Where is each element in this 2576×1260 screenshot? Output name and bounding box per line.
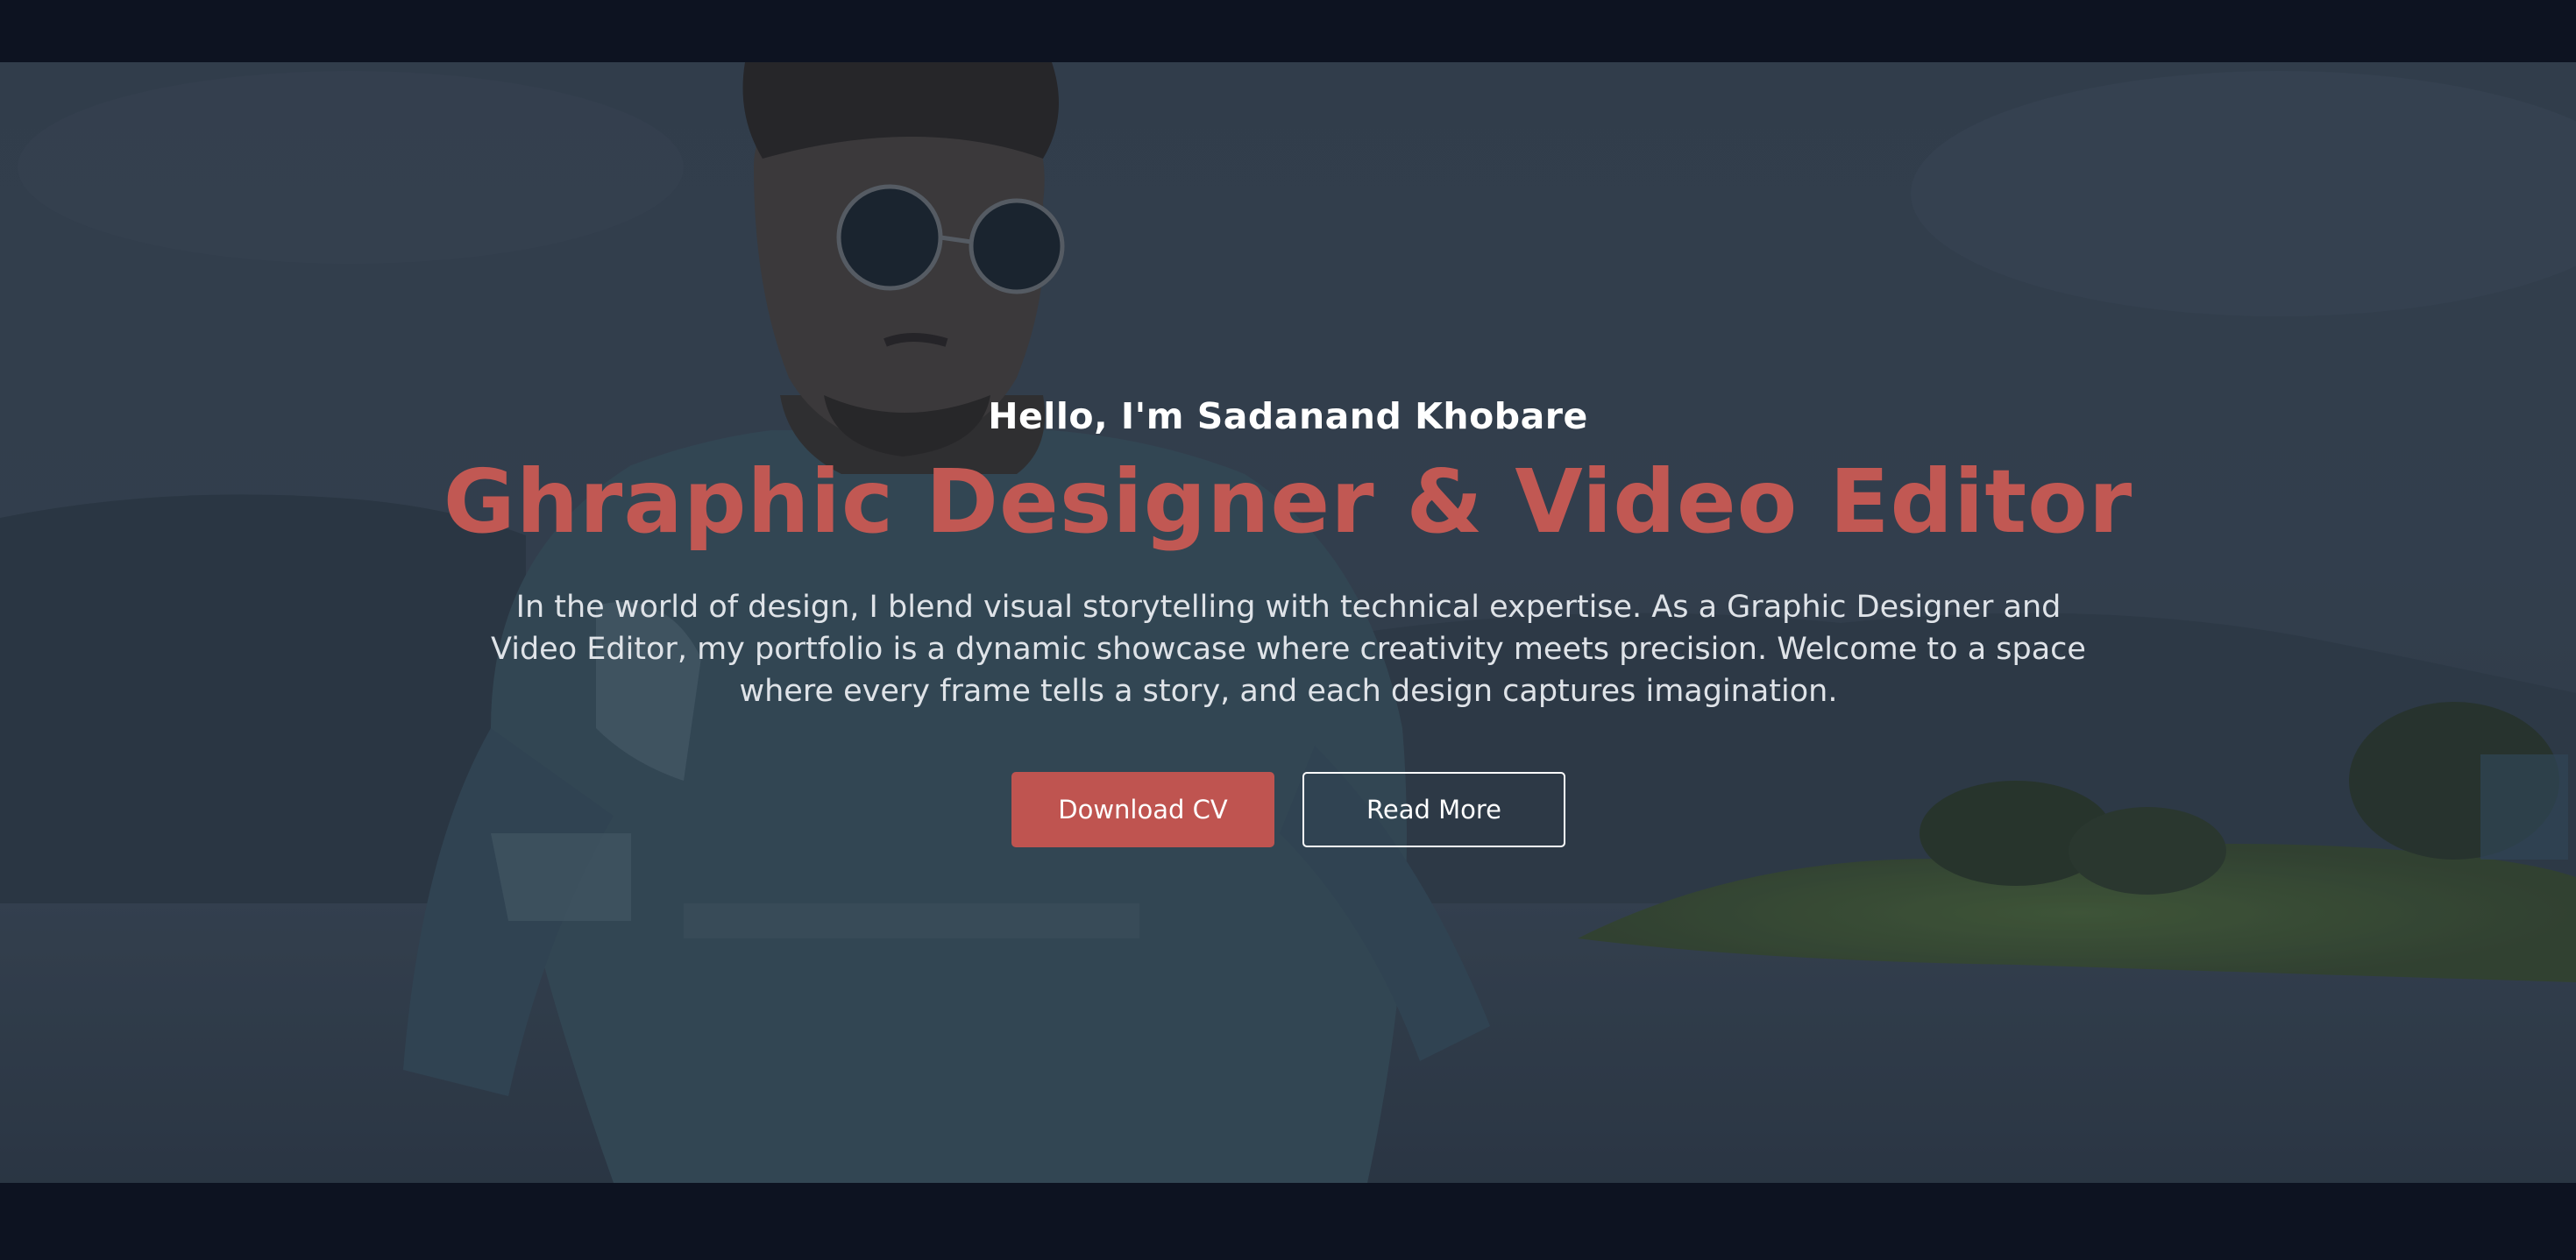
- read-more-button[interactable]: Read More: [1302, 772, 1565, 847]
- hero-headline: Ghraphic Designer & Video Editor: [443, 450, 2133, 553]
- page: Hello, I'm Sadanand Khobare Ghraphic Des…: [0, 0, 2576, 1260]
- read-more-label: Read More: [1366, 795, 1501, 825]
- hero-intro-text: In the world of design, I blend visual s…: [491, 590, 2086, 709]
- hero-section: Hello, I'm Sadanand Khobare Ghraphic Des…: [0, 62, 2576, 1183]
- download-cv-button[interactable]: Download CV: [1011, 772, 1274, 847]
- hero-greeting: Hello, I'm Sadanand Khobare: [988, 395, 1588, 437]
- download-cv-label: Download CV: [1058, 795, 1228, 825]
- bottom-bar: [0, 1183, 2576, 1260]
- top-bar: [0, 0, 2576, 62]
- hero-content: Hello, I'm Sadanand Khobare Ghraphic Des…: [0, 62, 2576, 1183]
